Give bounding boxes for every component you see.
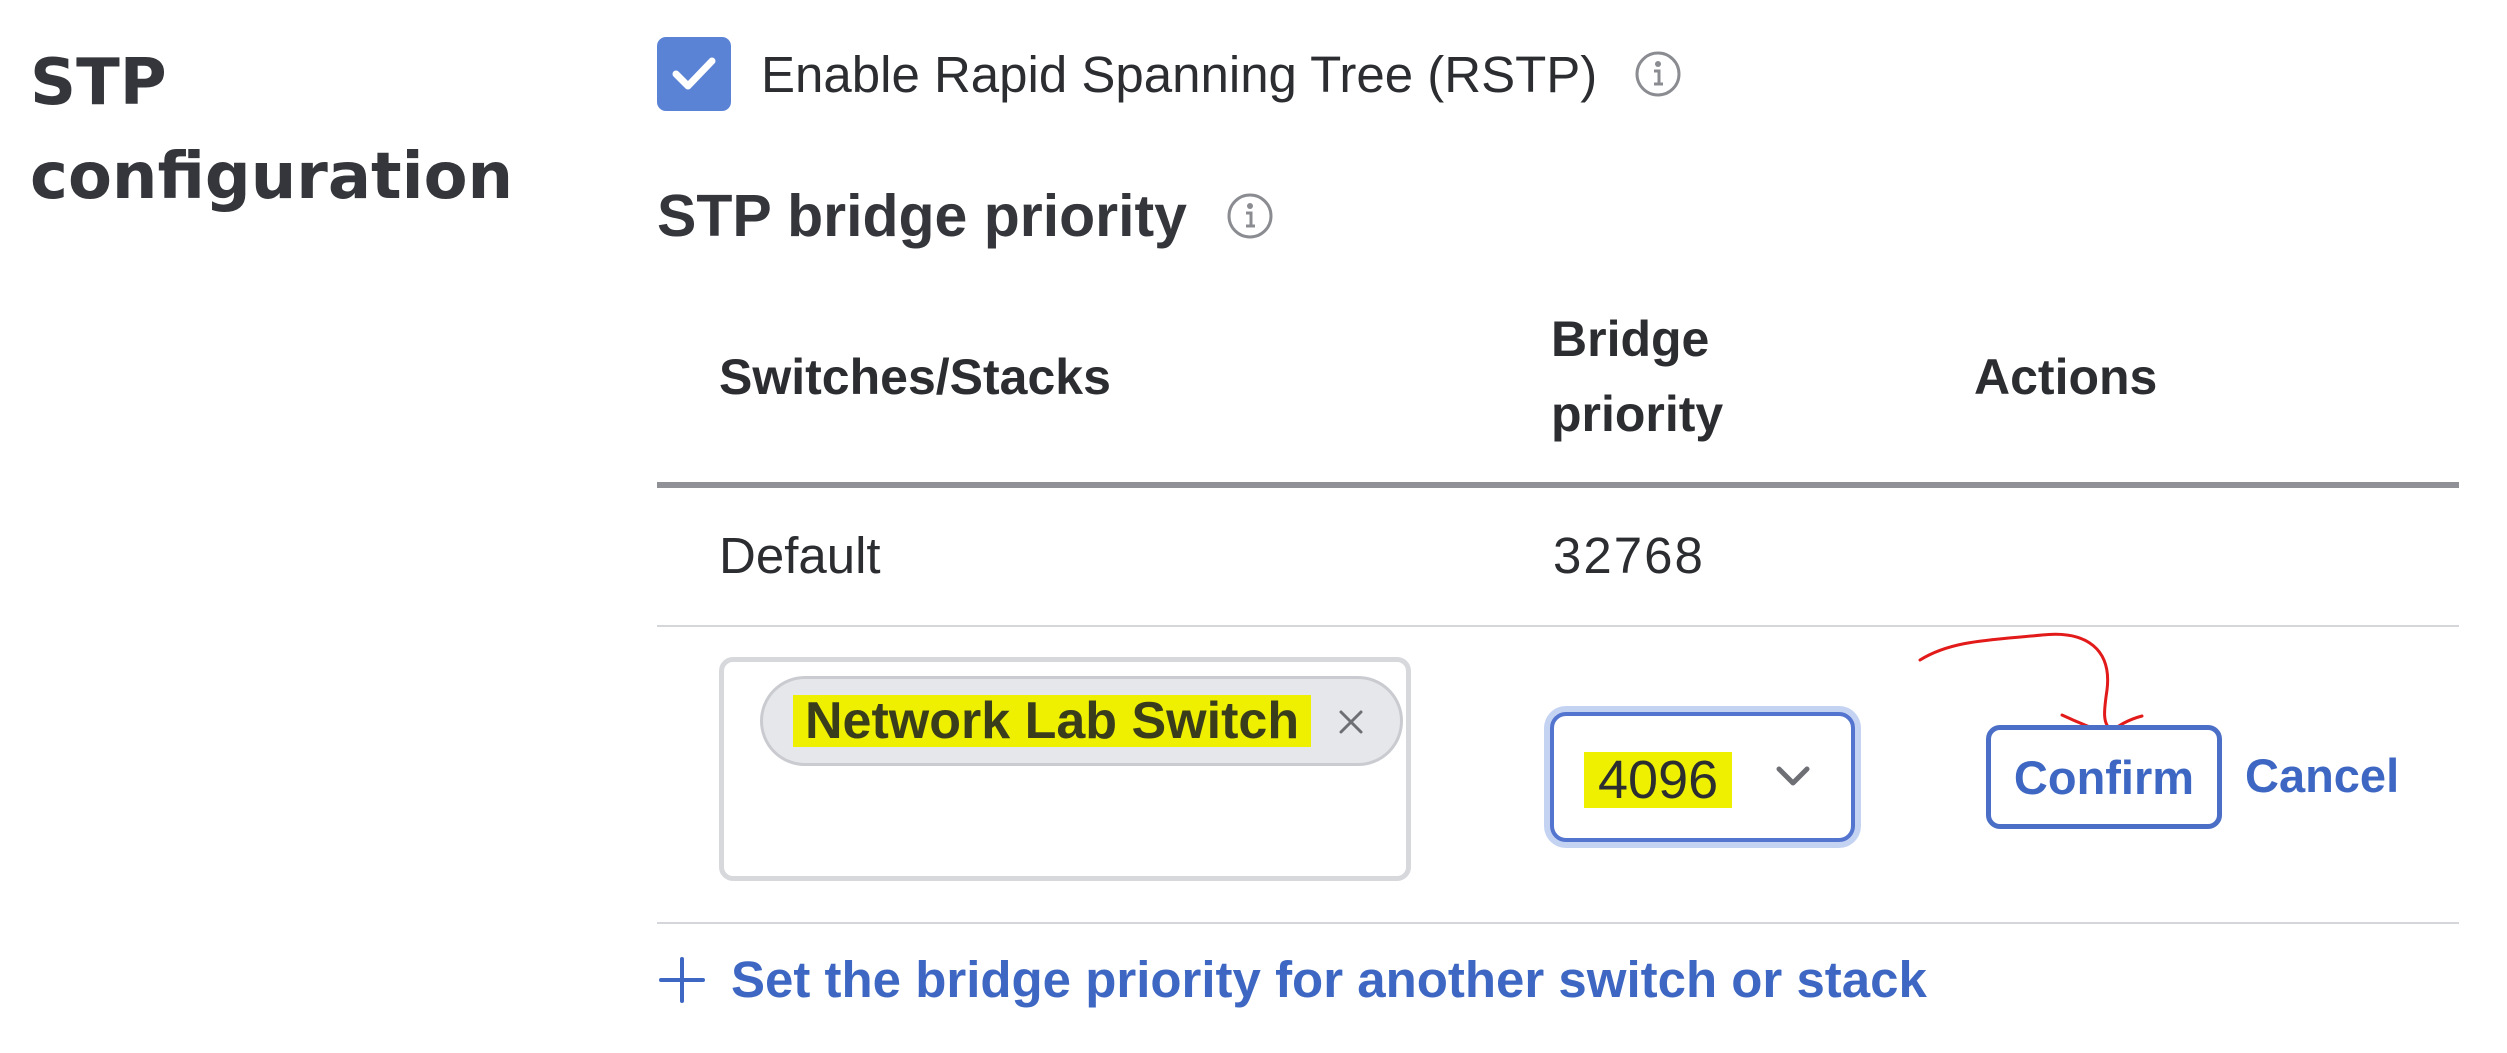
bridge-priority-value: 4096: [1584, 752, 1733, 808]
column-header-priority-line1: Bridge: [1551, 311, 1710, 367]
column-header-priority-line2: priority: [1551, 386, 1724, 442]
remove-chip-icon[interactable]: [1328, 699, 1374, 745]
selected-switch-chip: Network Lab Switch: [760, 676, 1403, 766]
header-divider: [657, 482, 2459, 488]
cancel-button[interactable]: Cancel: [2245, 748, 2399, 803]
annotation-arrow: [1918, 632, 2144, 736]
info-icon[interactable]: [1633, 49, 1683, 99]
add-bridge-priority-link[interactable]: Set the bridge priority for another swit…: [657, 950, 1927, 1009]
column-header-priority: Bridge priority: [1551, 302, 1811, 452]
plus-icon: [659, 956, 705, 1003]
row-divider: [657, 625, 2459, 627]
section-title-line1: STP: [30, 46, 167, 120]
switch-multiselect[interactable]: Network Lab Switch: [719, 657, 1411, 881]
column-header-actions: Actions: [1974, 349, 2158, 405]
bridge-priority-select[interactable]: 4096: [1550, 712, 1855, 842]
bridge-priority-heading: STP bridge priority: [657, 183, 1187, 249]
rstp-setting: Enable Rapid Spanning Tree (RSTP): [657, 36, 1683, 112]
default-row-priority: 32768: [1553, 527, 1705, 584]
bridge-priority-heading-row: STP bridge priority: [657, 178, 1275, 254]
section-title: STP configuration: [30, 36, 513, 224]
row-divider: [657, 922, 2459, 924]
default-row-switch: Default: [719, 527, 881, 584]
selected-switch-label: Network Lab Switch: [793, 695, 1312, 747]
rstp-checkbox[interactable]: [657, 37, 731, 111]
rstp-label: Enable Rapid Spanning Tree (RSTP): [761, 45, 1598, 103]
column-header-switches: Switches/Stacks: [719, 349, 1111, 405]
chevron-down-icon: [1776, 766, 1810, 786]
info-icon[interactable]: [1225, 191, 1275, 241]
checkmark-icon: [672, 57, 716, 90]
confirm-button[interactable]: Confirm: [1986, 725, 2222, 829]
add-bridge-priority-label: Set the bridge priority for another swit…: [731, 951, 1927, 1008]
section-title-line2: configuration: [30, 140, 514, 214]
